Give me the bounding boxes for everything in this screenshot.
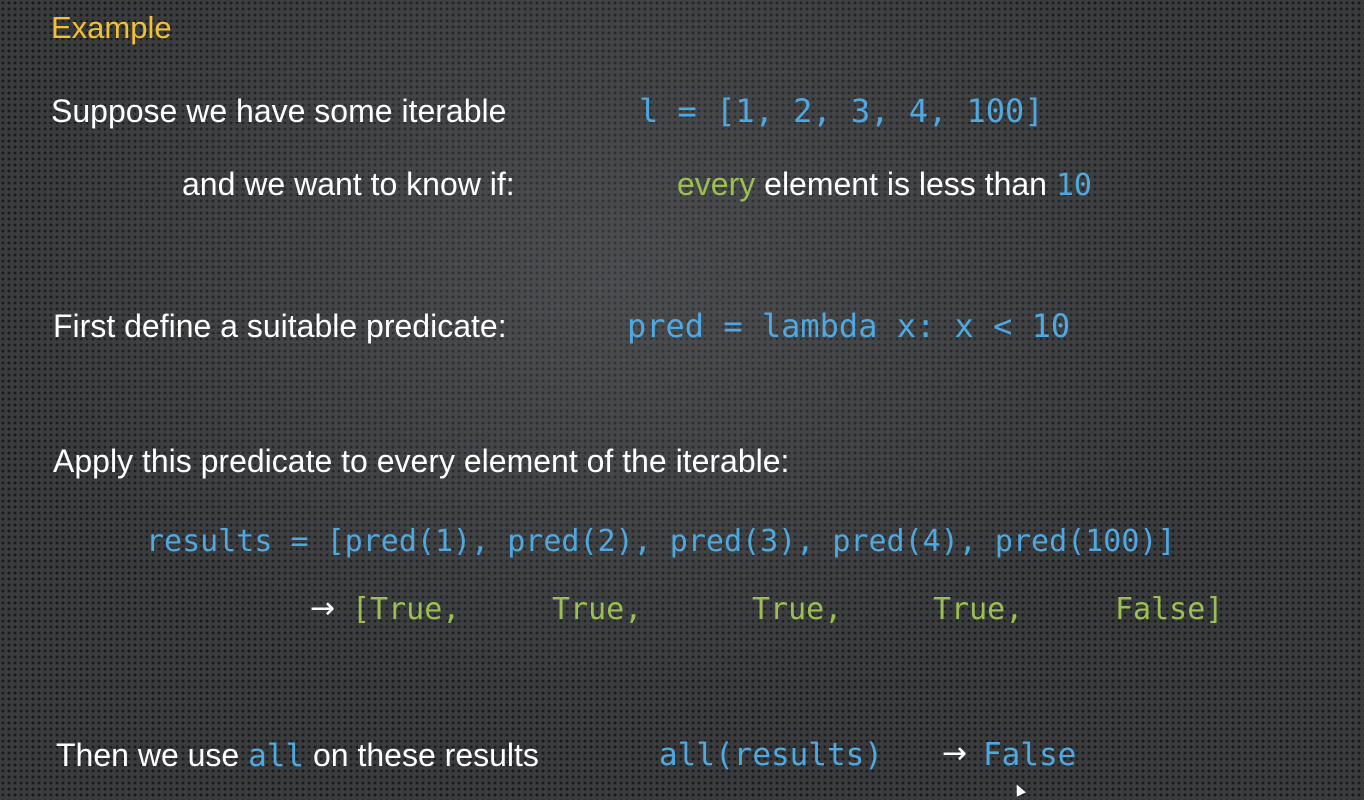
- iterable-intro-text: Suppose we have some iterable: [51, 93, 507, 129]
- result-value: True,: [552, 592, 643, 627]
- result-value: True,: [752, 592, 843, 627]
- result-value: False]: [1115, 592, 1224, 627]
- predicate-code: pred = lambda x: x < 10: [627, 307, 1071, 345]
- mouse-cursor-icon: [1012, 782, 1026, 797]
- slide-title: Example: [51, 10, 172, 45]
- apply-predicate-text: Apply this predicate to every element of…: [53, 443, 790, 479]
- result-value: [True,: [352, 592, 461, 627]
- right-arrow-icon: →: [942, 736, 968, 771]
- all-keyword: all: [248, 738, 305, 774]
- iterable-code: l = [1, 2, 3, 4, 100]: [639, 92, 1044, 130]
- use-all-text: Then we use all on these results: [56, 739, 539, 772]
- right-arrow-icon: →: [310, 591, 336, 626]
- want-to-know-text: and we want to know if:: [182, 166, 515, 202]
- all-results-code: all(results): [659, 737, 883, 773]
- condition-text: every element is less than 10: [677, 168, 1092, 201]
- limit-value: 10: [1055, 168, 1092, 203]
- results-code: results = [pred(1), pred(2), pred(3), pr…: [146, 524, 1176, 559]
- every-keyword: every: [677, 166, 756, 202]
- use-all-post: on these results: [304, 737, 539, 773]
- define-predicate-text: First define a suitable predicate:: [53, 308, 507, 344]
- use-all-pre: Then we use: [56, 737, 249, 773]
- result-value: True,: [933, 592, 1024, 627]
- condition-middle: element is less than: [755, 166, 1056, 202]
- final-result: False: [983, 737, 1077, 773]
